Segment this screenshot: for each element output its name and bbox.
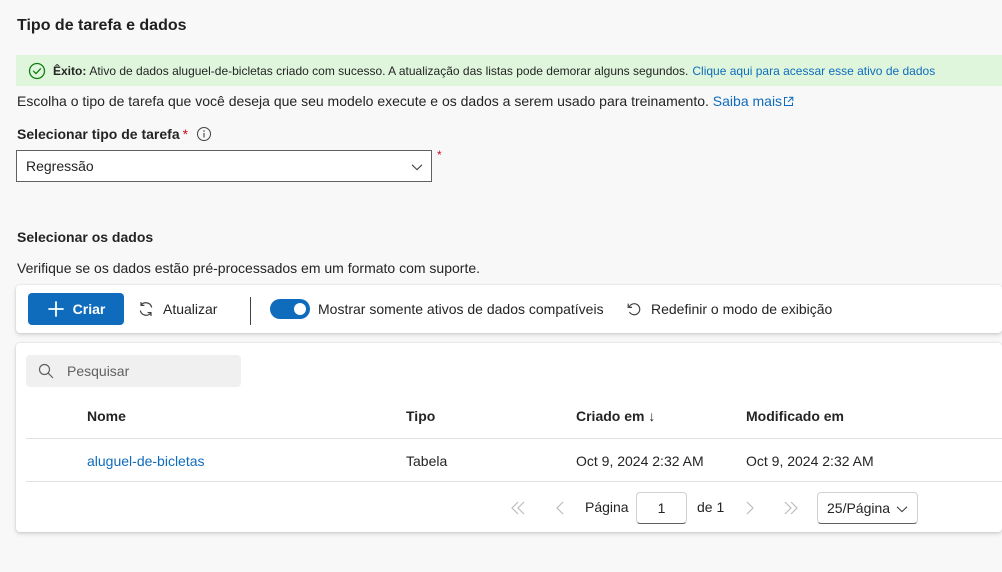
row-modified: Oct 9, 2024 2:32 AM	[746, 453, 874, 469]
column-header-type[interactable]: Tipo	[406, 408, 435, 424]
refresh-button-label: Atualizar	[163, 301, 218, 317]
compatible-assets-toggle-label[interactable]: Mostrar somente ativos de dados compatív…	[318, 293, 604, 325]
chevron-down-icon	[410, 160, 424, 174]
data-section-description: Verifique se os dados estão pré-processa…	[17, 260, 481, 276]
column-header-modified[interactable]: Modificado em	[746, 408, 844, 424]
intro-description: Escolha o tipo de tarefa que você deseja…	[17, 93, 709, 109]
compatible-assets-toggle[interactable]	[270, 299, 310, 319]
search-icon	[38, 363, 54, 379]
undo-icon	[625, 300, 643, 318]
command-toolbar: Criar Atualizar Mostrar somente ativos d…	[16, 285, 1002, 333]
create-button[interactable]: Criar	[28, 293, 124, 325]
sort-descending-icon: ↓	[648, 408, 656, 424]
column-header-created-label: Criado em	[576, 408, 645, 424]
message-text: Ativo de dados aluguel-de-bicletas criad…	[89, 63, 689, 78]
learn-more-link[interactable]: Saiba mais	[713, 93, 794, 109]
refresh-button[interactable]: Atualizar	[137, 293, 217, 325]
page-number-input[interactable]	[636, 492, 687, 524]
last-page-icon[interactable]	[782, 499, 800, 517]
header-divider	[26, 438, 1002, 439]
task-type-dropdown[interactable]: Regressão	[16, 150, 432, 182]
required-asterisk: *	[182, 126, 189, 142]
learn-more-label: Saiba mais	[712, 93, 783, 109]
page-size-value: 25/Página	[827, 500, 891, 516]
column-header-created[interactable]: Criado em ↓	[576, 408, 655, 424]
intro-text: Escolha o tipo de tarefa que você deseja…	[17, 93, 794, 109]
dropdown-required-asterisk: *	[437, 148, 442, 162]
previous-page-icon[interactable]	[551, 499, 569, 517]
toggle-knob	[294, 303, 306, 315]
row-divider	[26, 481, 1002, 482]
next-page-icon[interactable]	[741, 499, 759, 517]
row-type: Tabela	[406, 453, 448, 469]
search-box[interactable]	[26, 355, 241, 387]
reset-view-button[interactable]: Redefinir o modo de exibição	[625, 293, 832, 325]
info-icon[interactable]	[196, 126, 212, 142]
row-name-link[interactable]: aluguel-de-bicletas	[87, 453, 205, 469]
reset-view-label: Redefinir o modo de exibição	[651, 301, 833, 317]
external-link-icon	[783, 94, 794, 106]
row-created: Oct 9, 2024 2:32 AM	[576, 453, 704, 469]
task-type-label-text: Selecionar tipo de tarefa	[17, 126, 180, 142]
page-label: Página	[585, 499, 629, 515]
task-type-selected: Regressão	[26, 158, 94, 174]
toolbar-divider	[250, 297, 251, 325]
add-icon	[47, 300, 65, 318]
page-title: Tipo de tarefa e dados	[17, 17, 187, 34]
task-type-label: Selecionar tipo de tarefa *	[17, 126, 212, 142]
chevron-down-icon	[895, 502, 909, 516]
column-header-name[interactable]: Nome	[87, 408, 126, 424]
data-assets-grid: Nome Tipo Criado em ↓ Modificado em alug…	[16, 343, 1002, 532]
create-button-label: Criar	[72, 301, 106, 317]
page-total: de 1	[697, 499, 725, 515]
refresh-icon	[137, 300, 155, 318]
success-message-bar: Êxito: Ativo de dados aluguel-de-bicleta…	[16, 55, 1002, 86]
first-page-icon[interactable]	[509, 499, 527, 517]
search-input[interactable]	[67, 363, 217, 379]
message-label: Êxito:	[53, 63, 87, 78]
data-section-title: Selecionar os dados	[17, 229, 154, 245]
page-size-dropdown[interactable]: 25/Página	[817, 492, 918, 524]
checkmark-circle-icon	[28, 62, 46, 80]
pagination: Página de 1 25/Página	[16, 492, 1002, 524]
open-data-asset-link[interactable]: Clique aqui para acessar esse ativo de d…	[692, 64, 935, 78]
